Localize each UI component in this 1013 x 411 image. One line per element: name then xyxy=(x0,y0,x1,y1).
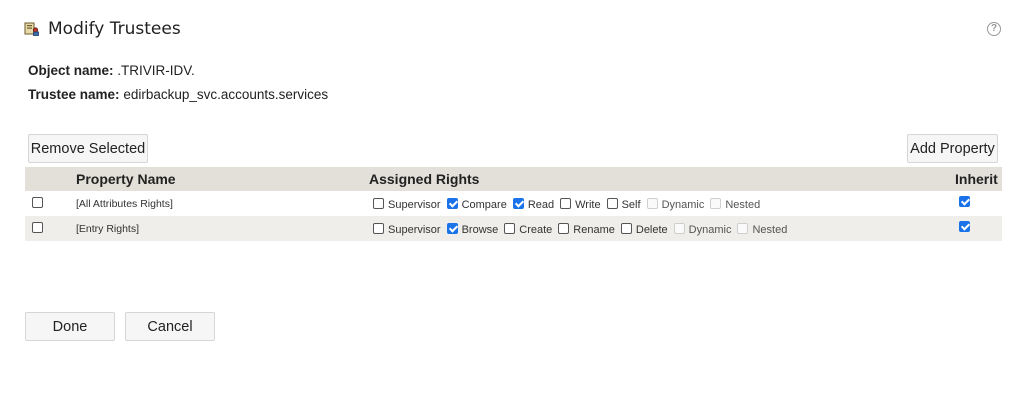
right-option-nested: Nested xyxy=(710,196,760,211)
right-label: Dynamic xyxy=(661,199,705,211)
right-checkbox-write[interactable] xyxy=(560,198,572,209)
right-checkbox-supervisor[interactable] xyxy=(373,198,384,209)
right-checkbox-supervisor[interactable] xyxy=(373,223,384,234)
row-select-checkbox[interactable] xyxy=(32,197,43,208)
right-label: Supervisor xyxy=(388,199,441,211)
right-option-rename[interactable]: Rename xyxy=(558,221,615,236)
right-option-self[interactable]: Self xyxy=(606,196,641,211)
right-checkbox-compare[interactable] xyxy=(446,198,458,209)
object-name-value: .TRIVIR-IDV. xyxy=(117,63,195,78)
right-checkbox-rename[interactable] xyxy=(558,223,570,234)
assigned-rights: Supervisor Browse Create Rename Delete Dynami… xyxy=(373,221,793,236)
table-row: [Entry Rights] Supervisor Browse Create Rena… xyxy=(25,216,1002,241)
object-name-label: Object name: xyxy=(28,63,114,78)
column-header-inherit: Inherit xyxy=(955,171,998,187)
right-option-supervisor[interactable]: Supervisor xyxy=(373,196,441,211)
right-label: Nested xyxy=(752,224,788,236)
right-label: Self xyxy=(621,199,641,211)
trustee-name-value: edirbackup_svc.accounts.services xyxy=(123,87,329,102)
right-label: Rename xyxy=(573,224,615,236)
right-label: Delete xyxy=(635,224,668,236)
right-checkbox-delete[interactable] xyxy=(620,223,632,234)
inherit-checkbox[interactable] xyxy=(959,196,970,207)
right-checkbox-self[interactable] xyxy=(606,198,618,209)
right-label: Supervisor xyxy=(388,224,441,236)
right-option-delete[interactable]: Delete xyxy=(620,221,668,236)
right-label: Create xyxy=(519,224,553,236)
inherit-checkbox[interactable] xyxy=(959,221,970,232)
row-select-checkbox[interactable] xyxy=(32,222,43,233)
column-header-property-name: Property Name xyxy=(76,171,176,187)
table-header: Property Name Assigned Rights Inherit xyxy=(25,167,1002,191)
assigned-rights: Supervisor Compare Read Write Self Dynamic Nes… xyxy=(373,196,766,211)
right-option-nested: Nested xyxy=(737,221,787,236)
table-row: [All Attributes Rights] Supervisor Compare… xyxy=(25,191,1002,216)
right-option-browse[interactable]: Browse xyxy=(446,221,499,236)
right-label: Browse xyxy=(461,224,499,236)
right-option-create[interactable]: Create xyxy=(504,221,552,236)
cancel-button[interactable]: Cancel xyxy=(125,312,215,341)
property-name: [All Attributes Rights] xyxy=(76,198,173,210)
right-label: Compare xyxy=(461,199,507,211)
rights-table: Property Name Assigned Rights Inherit [A… xyxy=(25,167,1002,241)
page-header: Modify Trustees xyxy=(24,18,181,40)
right-label: Write xyxy=(575,199,601,211)
page-title: Modify Trustees xyxy=(48,19,181,39)
property-name: [Entry Rights] xyxy=(76,223,140,235)
right-checkbox-dynamic xyxy=(646,198,658,209)
right-checkbox-nested xyxy=(737,223,749,234)
done-button[interactable]: Done xyxy=(25,312,115,341)
right-checkbox-create[interactable] xyxy=(504,223,516,234)
right-checkbox-dynamic xyxy=(673,223,685,234)
right-checkbox-nested xyxy=(710,198,722,209)
right-checkbox-read[interactable] xyxy=(512,198,524,209)
right-option-dynamic: Dynamic xyxy=(673,221,732,236)
right-option-write[interactable]: Write xyxy=(560,196,601,211)
object-name-row: Object name: .TRIVIR-IDV. xyxy=(28,63,195,78)
right-option-read[interactable]: Read xyxy=(512,196,555,211)
right-option-dynamic: Dynamic xyxy=(646,196,705,211)
right-label: Read xyxy=(527,199,555,211)
trustee-icon xyxy=(24,22,39,36)
right-label: Nested xyxy=(725,199,761,211)
trustee-name-row: Trustee name: edirbackup_svc.accounts.se… xyxy=(28,87,328,102)
right-label: Dynamic xyxy=(688,224,732,236)
add-property-button[interactable]: Add Property xyxy=(907,134,998,163)
column-header-assigned-rights: Assigned Rights xyxy=(369,171,480,187)
right-checkbox-browse[interactable] xyxy=(446,223,458,234)
right-option-supervisor[interactable]: Supervisor xyxy=(373,221,441,236)
remove-selected-button[interactable]: Remove Selected xyxy=(28,134,148,163)
trustee-name-label: Trustee name: xyxy=(28,87,120,102)
help-icon[interactable]: ? xyxy=(987,22,1001,36)
right-option-compare[interactable]: Compare xyxy=(446,196,507,211)
